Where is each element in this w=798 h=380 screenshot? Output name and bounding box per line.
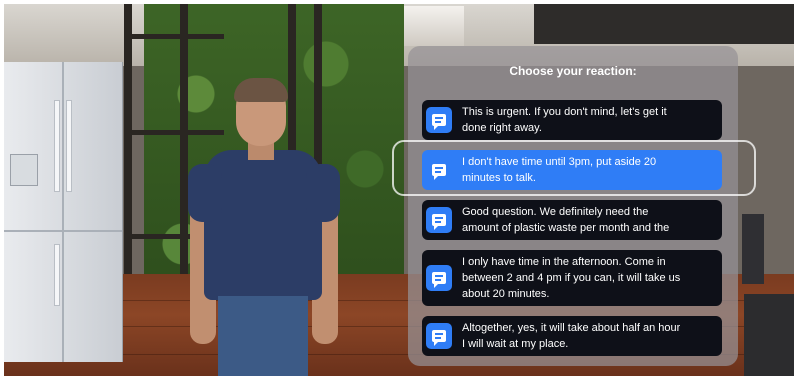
shelf-post (124, 4, 132, 304)
fridge-handle (66, 100, 72, 192)
selection-highlight-ring (392, 140, 756, 196)
reaction-option-text: Good question. We definitely need the am… (462, 206, 670, 234)
fridge-freezer-split (4, 230, 122, 232)
ceiling-duct (534, 4, 794, 44)
chat-bubble-icon (426, 207, 452, 233)
game-viewport: Choose your reaction: This is urgent. If… (4, 4, 794, 376)
water-dispenser (10, 154, 38, 186)
character-hair (234, 78, 288, 102)
character-left-sleeve (188, 164, 222, 222)
reaction-option-text: This is urgent. If you don't mind, let's… (462, 106, 667, 134)
reaction-panel-title: Choose your reaction: (509, 64, 637, 78)
office-chair (742, 214, 764, 284)
npc-character (184, 78, 344, 376)
reaction-panel: Choose your reaction: This is urgent. If… (408, 46, 738, 366)
reaction-option-text: I only have time in the afternoon. Come … (462, 256, 681, 300)
chat-bubble-icon (426, 323, 452, 349)
chat-bubble-icon (426, 265, 452, 291)
reaction-option-text: Altogether, yes, it will take about half… (462, 322, 681, 350)
character-tshirt (204, 150, 322, 300)
reaction-option-5[interactable]: Altogether, yes, it will take about half… (422, 316, 722, 356)
reaction-option-3[interactable]: Good question. We definitely need the am… (422, 200, 722, 240)
fridge-handle (54, 100, 60, 192)
freezer-handle (54, 244, 60, 306)
character-jeans (218, 296, 308, 376)
desk (744, 294, 794, 376)
fridge-door-split (62, 62, 64, 362)
character-right-sleeve (306, 164, 340, 222)
shelf-board (124, 34, 224, 39)
chat-bubble-icon (426, 107, 452, 133)
reaction-option-1[interactable]: This is urgent. If you don't mind, let's… (422, 100, 722, 140)
reaction-option-4[interactable]: I only have time in the afternoon. Come … (422, 250, 722, 306)
